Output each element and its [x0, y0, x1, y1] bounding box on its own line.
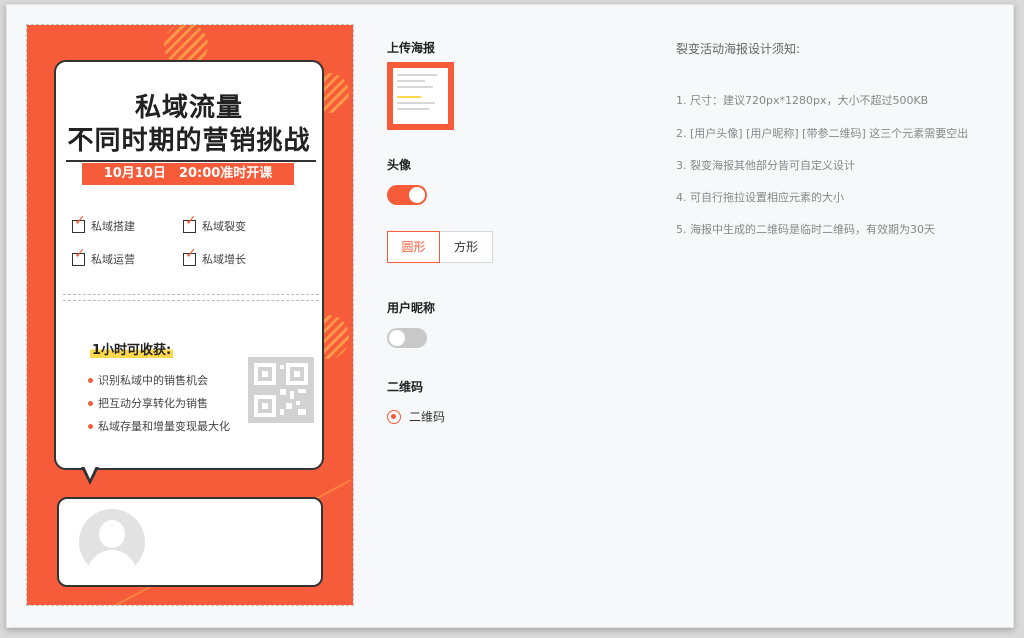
checkbox-icon	[72, 246, 86, 266]
user-silhouette-icon	[99, 520, 125, 548]
checkbox-icon	[183, 213, 197, 233]
bullet-dot-icon	[88, 400, 93, 406]
poster-title-line2: 不同时期的营销挑战	[67, 126, 311, 156]
bullet-dot-icon	[88, 377, 93, 383]
bullet-dot-icon	[88, 423, 93, 429]
design-notes-title: 裂变活动海报设计须知:	[676, 42, 801, 56]
avatar-shape-selector: 圆形 方形	[387, 231, 493, 263]
bullet-item: 识别私域中的销售机会	[88, 372, 208, 388]
user-shoulders-icon	[87, 550, 137, 575]
design-note-item: 3. 裂变海报其他部分皆可自定义设计	[676, 159, 855, 172]
upload-poster-label: 上传海报	[387, 41, 436, 55]
nickname-toggle[interactable]	[387, 328, 427, 348]
avatar-setting-label: 头像	[387, 158, 412, 172]
user-info-card	[57, 497, 323, 587]
poster-thumbnail[interactable]	[387, 62, 454, 130]
bullet-item: 把互动分享转化为销售	[88, 395, 208, 411]
feature-label: 私域搭建	[91, 220, 135, 233]
design-note-item: 2. [用户头像] [用户昵称] [带参二维码] 这三个元素需要空出	[676, 127, 969, 140]
title-divider	[66, 160, 316, 162]
feature-item: 私域搭建	[72, 213, 135, 234]
dashed-divider	[63, 294, 319, 301]
toggle-knob	[389, 330, 405, 346]
checkbox-icon	[183, 246, 197, 266]
qr-radio-option[interactable]: 二维码	[387, 408, 445, 425]
qr-radio-label: 二维码	[409, 410, 446, 424]
avatar-toggle[interactable]	[387, 185, 427, 205]
gain-title: 1小时可收获:	[90, 339, 174, 358]
avatar-placeholder[interactable]	[79, 509, 145, 575]
design-note-item: 4. 可自行拖拉设置相应元素的大小	[676, 191, 844, 204]
bullet-label: 私域存量和增量变现最大化	[98, 420, 230, 433]
feature-label: 私域裂变	[202, 220, 246, 233]
qr-code-placeholder[interactable]	[248, 357, 314, 423]
bullet-label: 把互动分享转化为销售	[98, 397, 208, 410]
checkbox-icon	[72, 213, 86, 233]
feature-item: 私域裂变	[183, 213, 246, 234]
poster-preview: 私域流量 不同时期的营销挑战 10月10日 20:00准时开课 私域搭建 私域裂…	[26, 24, 354, 606]
bullet-label: 识别私域中的销售机会	[98, 374, 208, 387]
feature-item: 私域增长	[183, 246, 246, 267]
shape-square-button[interactable]: 方形	[440, 231, 493, 263]
design-note-item: 5. 海报中生成的二维码是临时二维码，有效期为30天	[676, 223, 935, 236]
nickname-setting-label: 用户昵称	[387, 301, 436, 315]
qr-setting-label: 二维码	[387, 380, 424, 394]
feature-label: 私域运营	[91, 253, 135, 266]
poster-title-line1: 私域流量	[134, 93, 243, 123]
app-window: 私域流量 不同时期的营销挑战 10月10日 20:00准时开课 私域搭建 私域裂…	[6, 4, 1014, 628]
date-banner: 10月10日 20:00准时开课	[82, 163, 294, 185]
design-note-item: 1. 尺寸：建议720px*1280px，大小不超过500KB	[676, 94, 929, 107]
qr-code-icon	[254, 363, 308, 417]
poster-content-card: 私域流量 不同时期的营销挑战 10月10日 20:00准时开课 私域搭建 私域裂…	[54, 60, 324, 470]
toggle-knob	[409, 187, 425, 203]
feature-label: 私域增长	[202, 253, 246, 266]
bullet-item: 私域存量和增量变现最大化	[88, 418, 230, 434]
speech-bubble-tail-inner	[84, 466, 96, 479]
shape-circle-button[interactable]: 圆形	[387, 231, 440, 263]
feature-item: 私域运营	[72, 246, 135, 267]
poster-thumbnail-inner	[393, 68, 448, 124]
radio-selected-icon	[387, 409, 401, 424]
